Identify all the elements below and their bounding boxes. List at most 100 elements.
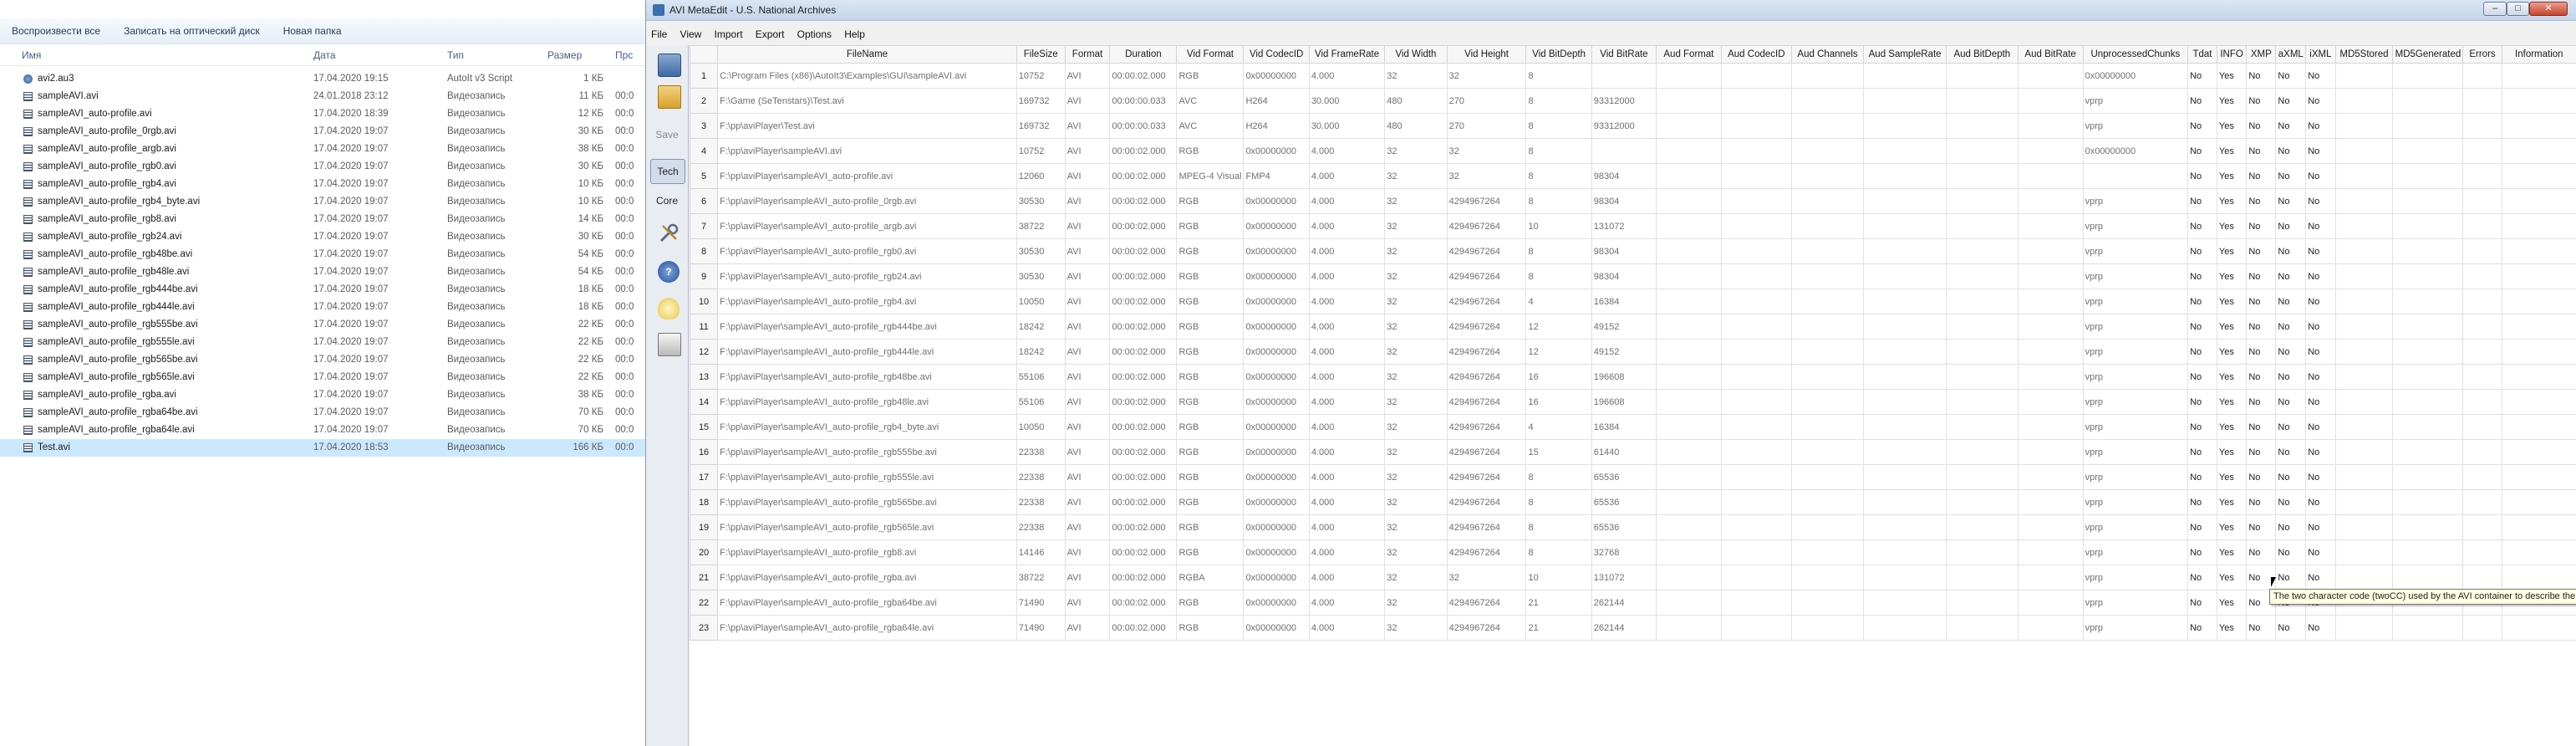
table-cell[interactable]: No [2187, 138, 2217, 164]
table-cell[interactable] [2334, 289, 2394, 314]
table-cell[interactable]: F:\pp\aviPlayer\sampleAVI_auto-profile_r… [717, 238, 1017, 264]
table-cell[interactable] [2334, 439, 2394, 465]
table-cell[interactable]: RGB [1176, 63, 1245, 89]
column-header[interactable]: Vid BitRate [1591, 45, 1657, 64]
row-number-header[interactable] [689, 45, 719, 64]
table-cell[interactable]: 32 [1446, 163, 1527, 189]
table-cell[interactable] [1945, 138, 2019, 164]
table-cell[interactable] [1790, 489, 1865, 515]
table-cell[interactable]: 10050 [1016, 414, 1066, 440]
table-cell[interactable] [2501, 414, 2576, 440]
table-cell[interactable]: No [2305, 263, 2336, 289]
table-cell[interactable]: vprp [2082, 615, 2189, 641]
table-cell[interactable]: F:\pp\aviPlayer\sampleAVI_auto-profile_r… [717, 339, 1017, 365]
table-row[interactable]: 10 F:\pp\aviPlayer\sampleAVI_auto-profile… [689, 289, 2576, 314]
table-cell[interactable] [1720, 188, 1792, 214]
table-cell[interactable]: RGB [1176, 489, 1245, 515]
table-cell[interactable] [1591, 138, 1657, 164]
table-cell[interactable] [1656, 364, 1722, 390]
table-cell[interactable]: RGB [1176, 138, 1245, 164]
table-cell[interactable] [1863, 263, 1947, 289]
table-cell[interactable]: No [2187, 439, 2217, 465]
table-cell[interactable]: 16384 [1591, 289, 1657, 314]
table-cell[interactable]: vprp [2082, 539, 2189, 565]
table-cell[interactable]: 32 [1384, 63, 1448, 89]
table-cell[interactable] [1656, 489, 1722, 515]
table-cell[interactable]: 270 [1446, 113, 1527, 139]
table-cell[interactable] [2462, 238, 2502, 264]
table-cell[interactable]: No [2246, 414, 2277, 440]
table-cell[interactable] [1945, 263, 2019, 289]
table-cell[interactable] [1863, 314, 1947, 340]
table-cell[interactable]: 32 [1384, 364, 1448, 390]
table-cell[interactable]: No [2275, 339, 2307, 365]
table-cell[interactable] [2501, 364, 2576, 390]
table-cell[interactable] [2501, 615, 2576, 641]
table-cell[interactable]: 32 [1446, 565, 1527, 590]
table-cell[interactable]: 4.000 [1308, 163, 1386, 189]
table-cell[interactable]: AVI [1064, 514, 1111, 540]
table-row[interactable]: 5 F:\pp\aviPlayer\sampleAVI_auto-profile.… [689, 163, 2576, 189]
table-cell[interactable]: No [2275, 489, 2307, 515]
table-cell[interactable]: 22338 [1016, 489, 1066, 515]
table-cell[interactable] [1863, 489, 1947, 515]
table-cell[interactable]: 4.000 [1308, 539, 1386, 565]
table-cell[interactable] [1591, 63, 1657, 89]
column-header[interactable]: Aud BitDepth [1945, 45, 2019, 64]
table-cell[interactable]: Yes [2216, 314, 2248, 340]
table-cell[interactable]: AVI [1064, 489, 1111, 515]
table-cell[interactable] [1863, 464, 1947, 490]
table-cell[interactable] [1656, 289, 1722, 314]
table-cell[interactable]: Yes [2216, 113, 2248, 139]
table-cell[interactable] [2462, 414, 2502, 440]
table-cell[interactable] [1863, 364, 1947, 390]
table-cell[interactable]: RGB [1176, 314, 1245, 340]
table-cell[interactable]: No [2187, 464, 2217, 490]
table-cell[interactable]: 4294967264 [1446, 238, 1527, 264]
table-cell[interactable]: AVI [1064, 138, 1111, 164]
table-cell[interactable]: No [2305, 439, 2336, 465]
table-cell[interactable]: RGB [1176, 339, 1245, 365]
table-cell[interactable] [2334, 213, 2394, 239]
table-cell[interactable]: No [2187, 615, 2217, 641]
table-cell[interactable] [2392, 414, 2464, 440]
table-cell[interactable] [1720, 489, 1792, 515]
table-cell[interactable]: No [2246, 163, 2277, 189]
table-row[interactable]: 3 F:\pp\aviPlayer\Test.avi 169732 AVI 00:00:… [689, 113, 2576, 139]
table-cell[interactable]: 00:00:02.000 [1109, 339, 1178, 365]
table-cell[interactable] [2392, 63, 2464, 89]
table-cell[interactable] [1945, 339, 2019, 365]
column-header[interactable]: Aud Channels [1790, 45, 1865, 64]
table-cell[interactable]: RGB [1176, 213, 1245, 239]
table-cell[interactable] [1720, 565, 1792, 590]
table-cell[interactable] [2017, 339, 2084, 365]
table-cell[interactable]: 00:00:00.033 [1109, 88, 1178, 114]
table-cell[interactable]: AVI [1064, 414, 1111, 440]
table-cell[interactable] [1656, 464, 1722, 490]
column-header[interactable]: Aud CodecID [1720, 45, 1792, 64]
table-cell[interactable] [2501, 314, 2576, 340]
table-cell[interactable]: 270 [1446, 88, 1527, 114]
table-cell[interactable]: No [2275, 314, 2307, 340]
table-cell[interactable]: 00:00:02.000 [1109, 263, 1178, 289]
table-cell[interactable]: Yes [2216, 339, 2248, 365]
table-cell[interactable]: 10050 [1016, 289, 1066, 314]
table-cell[interactable]: No [2305, 163, 2336, 189]
table-cell[interactable] [2462, 63, 2502, 89]
table-cell[interactable]: 4294967264 [1446, 439, 1527, 465]
table-cell[interactable]: Yes [2216, 389, 2248, 415]
table-cell[interactable]: RGB [1176, 188, 1245, 214]
table-cell[interactable] [2392, 565, 2464, 590]
table-cell[interactable]: 32 [1384, 514, 1448, 540]
table-cell[interactable] [2462, 163, 2502, 189]
table-cell[interactable]: 22338 [1016, 464, 1066, 490]
table-cell[interactable]: 0x00000000 [2082, 63, 2189, 89]
table-cell[interactable]: AVI [1064, 339, 1111, 365]
table-cell[interactable] [2017, 88, 2084, 114]
table-cell[interactable]: No [2305, 389, 2336, 415]
table-cell[interactable] [2017, 565, 2084, 590]
table-cell[interactable] [2462, 138, 2502, 164]
table-cell[interactable]: 4294967264 [1446, 514, 1527, 540]
file-list-item[interactable]: sampleAVI_auto-profile_rgb0.avi 17.04.202… [0, 158, 645, 176]
table-cell[interactable]: 65536 [1591, 514, 1657, 540]
